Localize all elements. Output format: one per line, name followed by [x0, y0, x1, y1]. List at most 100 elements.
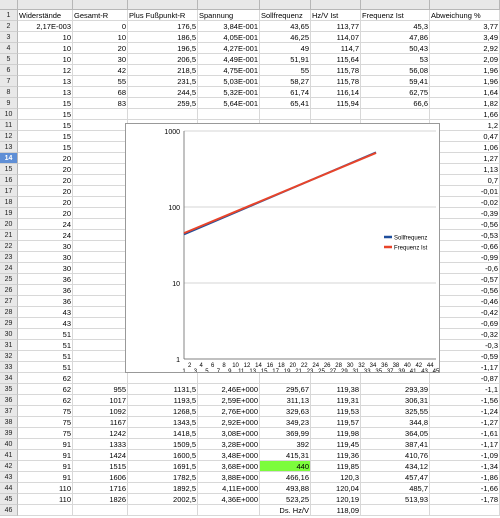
- column-header-c[interactable]: [128, 0, 198, 10]
- table-cell[interactable]: 114,07: [311, 32, 361, 43]
- table-cell[interactable]: 91: [18, 461, 73, 472]
- table-cell[interactable]: 5,64E-001: [198, 98, 260, 109]
- table-cell[interactable]: 113,77: [311, 21, 361, 32]
- table-cell[interactable]: [73, 142, 128, 153]
- table-cell[interactable]: 1600,5: [128, 450, 198, 461]
- table-cell[interactable]: 83: [73, 98, 128, 109]
- table-cell[interactable]: -1,09: [430, 450, 500, 461]
- table-cell[interactable]: [73, 263, 128, 274]
- table-cell[interactable]: 46,25: [260, 32, 311, 43]
- table-cell[interactable]: 53: [361, 54, 430, 65]
- table-cell[interactable]: 68: [73, 87, 128, 98]
- table-cell[interactable]: 10: [18, 32, 73, 43]
- table-cell[interactable]: -0,53: [430, 230, 500, 241]
- header-cell[interactable]: Gesamt-R: [73, 10, 128, 21]
- table-cell[interactable]: [73, 285, 128, 296]
- row-header-42[interactable]: 42: [0, 461, 18, 472]
- table-cell[interactable]: 20: [18, 208, 73, 219]
- table-cell[interactable]: 2,09: [430, 54, 500, 65]
- table-cell[interactable]: [73, 340, 128, 351]
- table-cell[interactable]: 119,57: [311, 417, 361, 428]
- table-cell[interactable]: 440: [260, 461, 311, 472]
- table-cell[interactable]: 20: [18, 153, 73, 164]
- header-cell[interactable]: Widerstände: [18, 10, 73, 21]
- table-cell[interactable]: -0,57: [430, 274, 500, 285]
- table-cell[interactable]: 2,76E+000: [198, 406, 260, 417]
- table-cell[interactable]: [73, 164, 128, 175]
- table-cell[interactable]: 295,67: [260, 384, 311, 395]
- table-cell[interactable]: 306,31: [361, 395, 430, 406]
- table-cell[interactable]: 1515: [73, 461, 128, 472]
- table-cell[interactable]: 493,88: [260, 483, 311, 494]
- table-cell[interactable]: 75: [18, 417, 73, 428]
- table-cell[interactable]: [73, 329, 128, 340]
- table-cell[interactable]: 30: [73, 54, 128, 65]
- table-cell[interactable]: 13: [18, 76, 73, 87]
- table-cell[interactable]: -0,87: [430, 373, 500, 384]
- table-cell[interactable]: 62: [18, 384, 73, 395]
- table-cell[interactable]: 3,48E+000: [198, 450, 260, 461]
- row-header-13[interactable]: 13: [0, 142, 18, 153]
- table-cell[interactable]: [73, 109, 128, 120]
- table-cell[interactable]: 24: [18, 230, 73, 241]
- table-cell[interactable]: 466,16: [260, 472, 311, 483]
- table-cell[interactable]: -1,66: [430, 483, 500, 494]
- table-cell[interactable]: 65,41: [260, 98, 311, 109]
- table-cell[interactable]: 119,53: [311, 406, 361, 417]
- select-all-corner[interactable]: [0, 0, 18, 10]
- table-cell[interactable]: 3,49: [430, 32, 500, 43]
- header-cell[interactable]: Plus Fußpunkt-R: [128, 10, 198, 21]
- row-header-24[interactable]: 24: [0, 263, 18, 274]
- table-cell[interactable]: 56,08: [361, 65, 430, 76]
- table-cell[interactable]: -1,27: [430, 417, 500, 428]
- row-header-16[interactable]: 16: [0, 175, 18, 186]
- table-cell[interactable]: 55: [73, 76, 128, 87]
- table-cell[interactable]: 2,46E+000: [198, 384, 260, 395]
- table-cell[interactable]: -1,78: [430, 494, 500, 505]
- table-cell[interactable]: -0,66: [430, 241, 500, 252]
- table-cell[interactable]: 4,75E-001: [198, 65, 260, 76]
- table-cell[interactable]: 369,99: [260, 428, 311, 439]
- row-header-31[interactable]: 31: [0, 340, 18, 351]
- table-cell[interactable]: 59,41: [361, 76, 430, 87]
- table-cell[interactable]: 293,39: [361, 384, 430, 395]
- table-cell[interactable]: [198, 505, 260, 516]
- row-header-43[interactable]: 43: [0, 472, 18, 483]
- table-cell[interactable]: 30: [18, 263, 73, 274]
- table-cell[interactable]: 1193,5: [128, 395, 198, 406]
- table-cell[interactable]: 387,41: [361, 439, 430, 450]
- table-cell[interactable]: 1782,5: [128, 472, 198, 483]
- table-cell[interactable]: 1606: [73, 472, 128, 483]
- row-header-7[interactable]: 7: [0, 76, 18, 87]
- table-cell[interactable]: 43,65: [260, 21, 311, 32]
- table-cell[interactable]: [73, 230, 128, 241]
- row-header-32[interactable]: 32: [0, 351, 18, 362]
- table-cell[interactable]: 2,59E+000: [198, 395, 260, 406]
- table-cell[interactable]: [260, 109, 311, 120]
- table-cell[interactable]: 0,7: [430, 175, 500, 186]
- table-cell[interactable]: [73, 186, 128, 197]
- table-cell[interactable]: 20: [18, 175, 73, 186]
- column-header-b[interactable]: [73, 0, 128, 10]
- table-cell[interactable]: [73, 296, 128, 307]
- table-cell[interactable]: 13: [18, 87, 73, 98]
- table-cell[interactable]: 231,5: [128, 76, 198, 87]
- table-cell[interactable]: 3,28E+000: [198, 439, 260, 450]
- table-cell[interactable]: 120,04: [311, 483, 361, 494]
- table-cell[interactable]: 1509,5: [128, 439, 198, 450]
- table-cell[interactable]: 10: [18, 43, 73, 54]
- table-cell[interactable]: 55: [260, 65, 311, 76]
- table-cell[interactable]: 119,85: [311, 461, 361, 472]
- row-header-12[interactable]: 12: [0, 131, 18, 142]
- table-cell[interactable]: [128, 373, 198, 384]
- table-cell[interactable]: -0,99: [430, 252, 500, 263]
- table-cell[interactable]: 43: [18, 307, 73, 318]
- table-cell[interactable]: 0: [73, 21, 128, 32]
- table-cell[interactable]: 1,82: [430, 98, 500, 109]
- row-header-26[interactable]: 26: [0, 285, 18, 296]
- row-header-45[interactable]: 45: [0, 494, 18, 505]
- table-cell[interactable]: 36: [18, 285, 73, 296]
- table-cell[interactable]: [311, 373, 361, 384]
- table-cell[interactable]: [73, 241, 128, 252]
- table-cell[interactable]: 119,31: [311, 395, 361, 406]
